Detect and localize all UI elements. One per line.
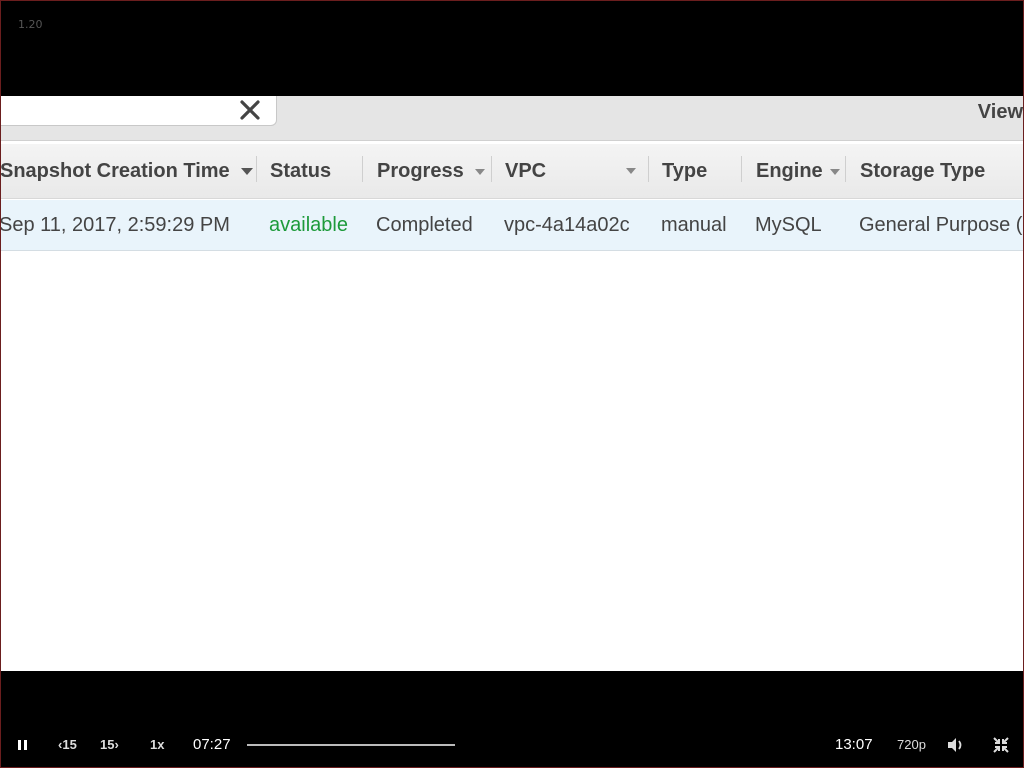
duration: 13:07 — [835, 736, 873, 753]
volume-icon — [948, 738, 962, 752]
column-divider[interactable] — [648, 156, 649, 182]
column-header-status[interactable]: Status — [270, 144, 331, 198]
view-link[interactable]: View — [978, 101, 1023, 124]
close-icon[interactable] — [239, 99, 261, 121]
exit-fullscreen-icon — [993, 737, 1009, 753]
cell-storage-type: General Purpose (S — [859, 214, 1023, 236]
exit-fullscreen-button[interactable] — [993, 728, 1013, 762]
playback-speed-button[interactable]: 1x — [150, 728, 164, 762]
volume-button[interactable] — [947, 728, 967, 762]
column-divider[interactable] — [491, 156, 492, 182]
column-divider[interactable] — [362, 156, 363, 182]
column-header-type[interactable]: Type — [662, 144, 707, 198]
player-controls: ‹15 15› 1x 07:27 13:07 720p — [0, 728, 1024, 762]
cell-status: available — [269, 214, 348, 236]
sort-caret-icon[interactable] — [626, 168, 636, 174]
sort-caret-icon[interactable] — [830, 168, 841, 175]
cell-progress: Completed — [376, 214, 473, 236]
pause-button[interactable] — [14, 728, 32, 762]
video-frame[interactable]: View Snapshot Creation Time Status Progr… — [1, 96, 1023, 671]
sort-caret-icon[interactable] — [475, 168, 486, 175]
table-row[interactable]: Sep 11, 2017, 2:59:29 PM available Compl… — [1, 200, 1023, 251]
search-bar: View — [1, 96, 1023, 141]
rewind-15-button[interactable]: ‹15 — [58, 728, 77, 762]
table-header: Snapshot Creation Time Status Progress V… — [1, 144, 1023, 199]
forward-chevron-icon: › — [114, 737, 119, 752]
progress-bar[interactable] — [247, 744, 455, 746]
quality-button[interactable]: 720p — [897, 728, 926, 762]
search-input[interactable] — [1, 96, 277, 126]
column-header-snapshot-creation-time[interactable]: Snapshot Creation Time — [1, 144, 254, 198]
cell-vpc: vpc-4a14a02c — [504, 214, 630, 236]
column-header-progress[interactable]: Progress — [377, 144, 486, 198]
current-time: 07:27 — [193, 736, 231, 753]
column-divider[interactable] — [256, 156, 257, 182]
column-header-storage-type[interactable]: Storage Type — [860, 144, 985, 198]
cell-engine: MySQL — [755, 214, 822, 236]
column-header-vpc[interactable]: VPC — [505, 144, 546, 198]
cell-type: manual — [661, 214, 727, 236]
version-label: 1.20 — [18, 18, 43, 31]
sort-caret-icon[interactable] — [241, 168, 254, 176]
column-divider[interactable] — [741, 156, 742, 182]
forward-15-button[interactable]: 15› — [100, 728, 119, 762]
cell-creation-time: Sep 11, 2017, 2:59:29 PM — [1, 214, 230, 236]
column-header-engine[interactable]: Engine — [756, 144, 841, 198]
column-divider[interactable] — [845, 156, 846, 182]
